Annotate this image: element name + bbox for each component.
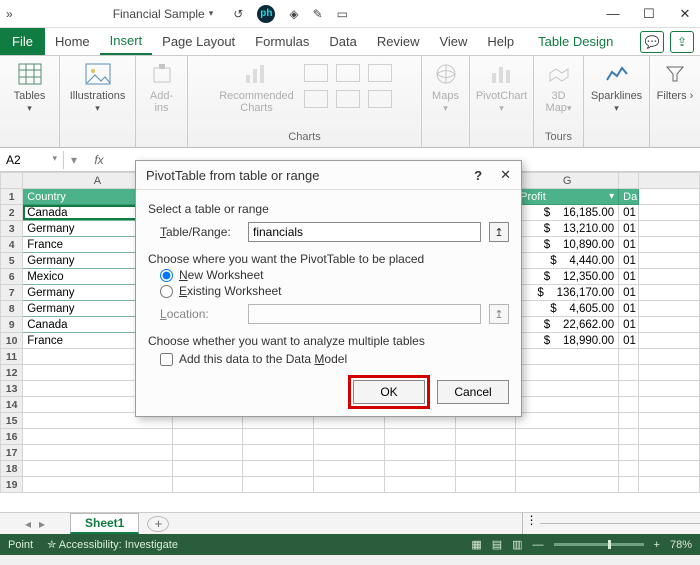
3d-map-icon [545,60,573,88]
minimize-button[interactable]: — [604,6,622,21]
addins-icon [148,60,176,88]
cancel-formula-icon[interactable]: ▾ [64,153,84,167]
tab-insert[interactable]: Insert [100,28,153,55]
tab-page-layout[interactable]: Page Layout [152,28,245,55]
filters-button[interactable]: Filters › [650,60,700,102]
titlebar: » Financial Sample▾ ↺ ph ◈ ✎ ▭ — ☐ ✕ [0,0,700,28]
dialog-titlebar[interactable]: PivotTable from table or range ? ✕ [136,161,521,190]
ribbon-tabs: File Home Insert Page Layout Formulas Da… [0,28,700,56]
range-input[interactable] [248,222,481,242]
dialog-help-button[interactable]: ? [474,168,482,183]
tours-group-label: Tours [545,129,572,143]
status-mode: Point [8,539,33,551]
tab-table-design[interactable]: Table Design [528,28,623,55]
maps-button[interactable]: Maps▾ [421,60,471,114]
new-sheet-button[interactable]: + [147,516,169,532]
comments-button[interactable]: 💬 [640,31,664,53]
title-center-icons: ↺ ph ◈ ✎ ▭ [233,5,348,23]
globe-icon [432,60,460,88]
empty-row[interactable]: 18 [1,461,700,477]
new-worksheet-label[interactable]: New Worksheet [179,268,263,282]
ok-button[interactable]: OK [353,380,425,404]
view-normal-icon[interactable]: ▦ [471,538,481,551]
picture-icon [84,60,112,88]
undo-icon[interactable]: ↺ [233,7,243,21]
zoom-in-button[interactable]: + [654,539,660,551]
window-icon[interactable]: ▭ [337,7,348,21]
sheet-nav-arrows[interactable]: ◂▸ [0,517,70,531]
zoom-level[interactable]: 78% [670,539,692,551]
tables-button[interactable]: Tables▾ [5,60,55,114]
logo-icon: ph [257,5,275,23]
tab-data[interactable]: Data [319,28,366,55]
close-window-button[interactable]: ✕ [676,6,694,22]
share-button[interactable]: ⇪ [670,31,694,53]
tab-home[interactable]: Home [45,28,100,55]
quickaccess-more-icon[interactable]: » [6,7,13,21]
sheet-tab-bar: ◂▸ Sheet1 + ⋮ [0,512,700,534]
pivotchart-icon [488,60,516,88]
range-ref-button[interactable]: ↥ [489,222,509,242]
range-label: Table/Range: [160,225,240,239]
sparklines-button[interactable]: Sparklines▾ [592,60,642,114]
location-ref-button[interactable]: ↥ [489,304,509,324]
data-model-label[interactable]: Add this data to the Data Model [179,352,347,366]
filter-icon [661,60,689,88]
location-input[interactable] [248,304,481,324]
recommended-charts-icon [243,60,271,88]
status-bar: Point ✮ Accessibility: Investigate ▦ ▤ ▥… [0,534,700,555]
pivotchart-button[interactable]: PivotChart▾ [477,60,527,114]
3d-map-button[interactable]: 3D Map▾ [534,60,584,114]
dialog-section-range: Select a table or range [148,202,509,216]
existing-worksheet-radio[interactable] [160,285,173,298]
dialog-section-placement: Choose where you want the PivotTable to … [148,252,509,266]
pivottable-dialog: PivotTable from table or range ? ✕ Selec… [135,160,522,417]
illustrations-button[interactable]: Illustrations▾ [73,60,123,114]
empty-row[interactable]: 19 [1,477,700,493]
tab-view[interactable]: View [429,28,477,55]
maximize-button[interactable]: ☐ [640,6,658,22]
empty-row[interactable]: 17 [1,445,700,461]
dialog-section-multitable: Choose whether you want to analyze multi… [148,334,509,348]
chart-type-gallery[interactable] [304,60,392,112]
sheet-tab[interactable]: Sheet1 [70,513,139,534]
dialog-close-button[interactable]: ✕ [500,167,511,183]
location-label: Location: [160,307,240,321]
diamond-icon[interactable]: ◈ [289,7,298,21]
name-box[interactable]: A2 ▾ [0,151,64,169]
empty-row[interactable]: 16 [1,429,700,445]
new-worksheet-radio[interactable] [160,269,173,282]
ribbon: Tables▾ Illustrations▾ Add- ins Recommen… [0,56,700,148]
tab-help[interactable]: Help [477,28,524,55]
sparkline-icon [603,60,631,88]
existing-worksheet-label[interactable]: Existing Worksheet [179,284,282,298]
addins-button[interactable]: Add- ins [137,60,187,114]
view-pagelayout-icon[interactable]: ▤ [492,538,502,551]
document-title[interactable]: Financial Sample▾ [113,7,214,21]
tab-formulas[interactable]: Formulas [245,28,319,55]
view-pagebreak-icon[interactable]: ▥ [512,538,522,551]
zoom-out-button[interactable]: — [533,539,544,551]
data-model-checkbox[interactable] [160,353,173,366]
recommended-charts-button[interactable]: Recommended Charts [218,60,296,114]
cancel-button[interactable]: Cancel [437,380,509,404]
zoom-slider[interactable] [554,543,644,546]
dialog-title: PivotTable from table or range [146,168,319,183]
fx-icon[interactable]: fx [84,153,114,167]
status-accessibility[interactable]: ✮ Accessibility: Investigate [47,538,178,551]
pen-icon[interactable]: ✎ [313,7,323,21]
table-icon [16,60,44,88]
tab-review[interactable]: Review [367,28,430,55]
charts-group-label: Charts [288,129,320,143]
tab-file[interactable]: File [0,28,45,55]
